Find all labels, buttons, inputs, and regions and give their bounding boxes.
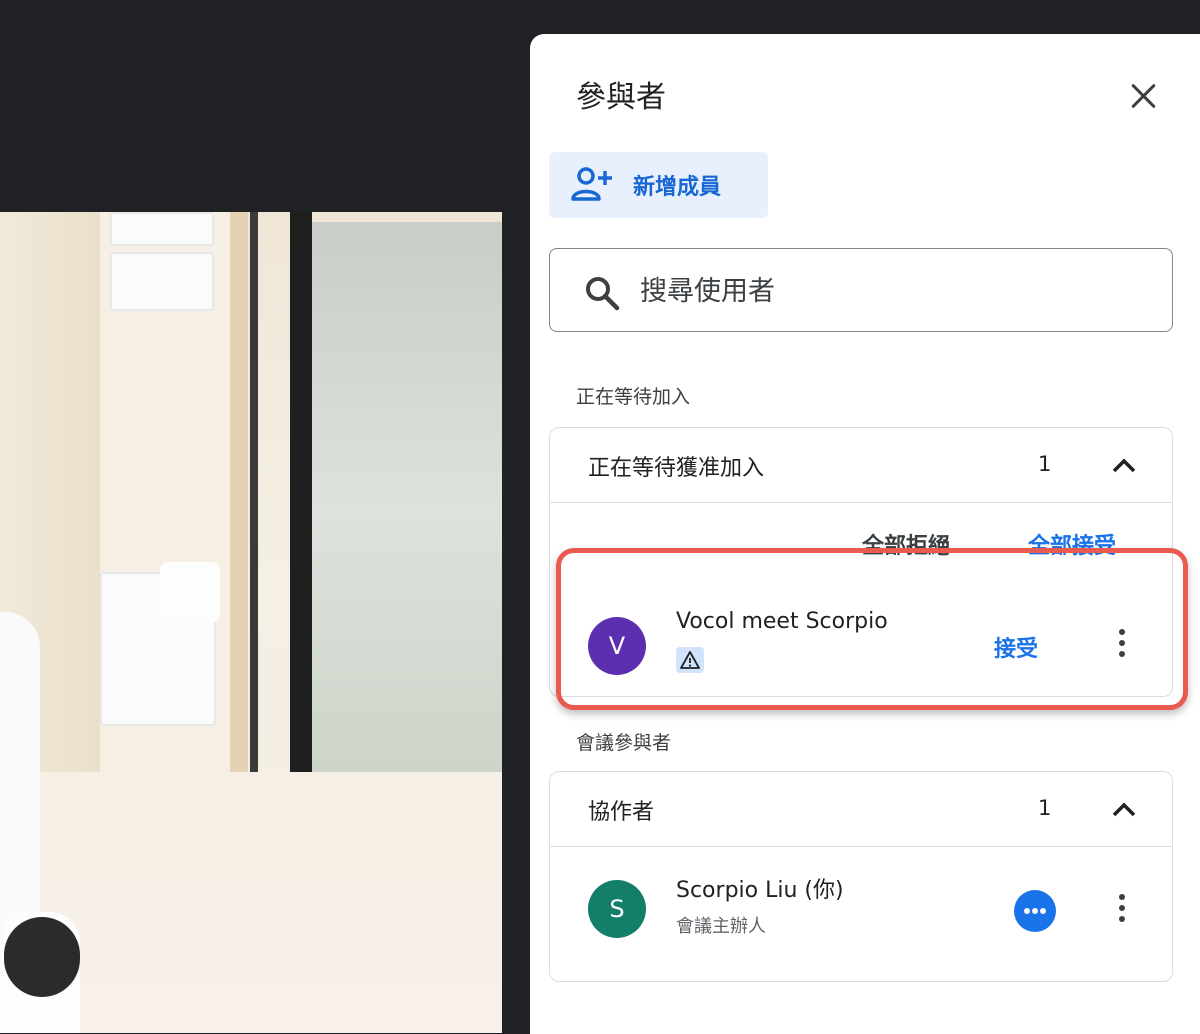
video-feed: [0, 212, 502, 1033]
participants-group-name: 協作者: [588, 800, 655, 825]
participant-row: S Scorpio Liu (你) 會議主辦人: [550, 856, 1172, 956]
participant-role: 會議主辦人: [676, 916, 766, 937]
video-storage-box: [110, 212, 214, 246]
video-camera-lens: [4, 917, 80, 997]
chevron-up-icon[interactable]: [1110, 452, 1138, 480]
participants-count: 1: [1038, 796, 1052, 820]
participants-panel: 參與者 新增成員 正在等待加入 正在等待獲准加入 1: [530, 34, 1200, 1034]
avatar: S: [588, 880, 646, 938]
video-storage-box: [110, 252, 214, 311]
add-member-button[interactable]: 新增成員: [549, 152, 768, 218]
video-window-frame: [290, 212, 312, 812]
waiting-count: 1: [1038, 452, 1052, 476]
participant-name: Scorpio Liu (你): [676, 878, 844, 903]
video-window-frame: [250, 212, 258, 812]
video-object: [160, 562, 220, 622]
participants-section-label: 會議參與者: [576, 732, 672, 754]
waiting-section-label: 正在等待加入: [576, 386, 691, 408]
search-box: [549, 248, 1173, 332]
video-window: [312, 222, 502, 802]
close-icon[interactable]: [1126, 78, 1162, 114]
waiting-group-name: 正在等待獲准加入: [588, 456, 765, 481]
search-input[interactable]: [638, 267, 1142, 315]
waiting-group-header[interactable]: 正在等待獲准加入 1: [550, 428, 1172, 503]
add-member-label: 新增成員: [633, 175, 722, 200]
participants-card: 協作者 1 S Scorpio Liu (你) 會議主辦人: [549, 771, 1173, 982]
add-person-icon: [571, 165, 615, 205]
participants-group-header[interactable]: 協作者 1: [550, 772, 1172, 847]
annotation-highlight: [556, 548, 1188, 710]
search-icon: [584, 275, 620, 311]
chevron-up-icon[interactable]: [1110, 796, 1138, 824]
more-options-icon[interactable]: [1014, 890, 1056, 932]
panel-title: 參與者: [576, 80, 666, 115]
more-vert-icon[interactable]: [1118, 894, 1126, 928]
